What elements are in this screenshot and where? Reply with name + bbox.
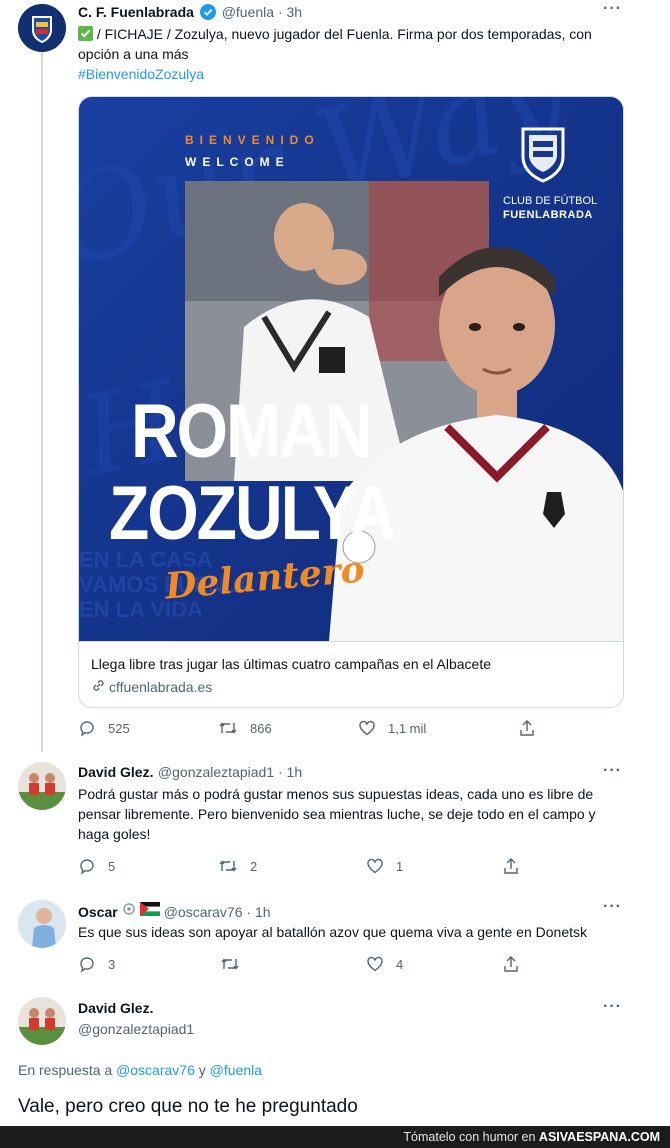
child-avatar-icon [18, 900, 66, 948]
heart-icon [366, 857, 384, 875]
thread-line [41, 52, 43, 752]
like-count: 1,1 mil [388, 720, 427, 736]
author-name[interactable]: David Glez. [78, 1000, 153, 1016]
club-crest-large-icon [507, 121, 579, 190]
tweet2-header: David Glez. @gonzaleztapiad1 · 1h [78, 764, 302, 782]
tweet3-actions: 3 4 [78, 955, 538, 973]
tweet3-header: Oscar @oscarav76 · 1h [78, 902, 271, 921]
tweet1-text: / FICHAJE / Zozulya, nuevo jugador del F… [78, 24, 633, 64]
tweet1-actions: 525 866 1,1 mil [78, 719, 538, 737]
welcome-label: WELCOME [185, 155, 290, 169]
player-first-name: ROMAN [131, 388, 372, 474]
reply-icon [78, 857, 96, 875]
like-button[interactable]: 4 [366, 955, 502, 973]
more-options-icon[interactable]: ··· [603, 998, 622, 1016]
card-title: Llega libre tras jugar las últimas cuatr… [91, 656, 491, 672]
heart-icon [366, 955, 384, 973]
reply-and: y [198, 1062, 206, 1078]
david-avatar[interactable] [18, 997, 66, 1045]
author-name[interactable]: C. F. Fuenlabrada [78, 4, 194, 20]
banner-site: ASIVAESPANA.COM [538, 1130, 660, 1144]
player-last-name: ZOZULYA [109, 470, 397, 556]
tweet2-text: Podrá gustar más o podrá gustar menos su… [78, 786, 596, 842]
share-button[interactable] [502, 955, 520, 973]
oscar-avatar[interactable] [18, 900, 66, 948]
retweet-icon [218, 857, 238, 875]
david-avatar[interactable] [18, 762, 66, 810]
more-options-icon[interactable]: ··· [603, 0, 622, 18]
verified-badge-icon [199, 4, 216, 23]
reply-count: 525 [108, 720, 130, 736]
retweet-count: 866 [250, 720, 272, 736]
more-options-icon[interactable]: ··· [603, 762, 622, 780]
like-button[interactable]: 1,1 mil [358, 719, 518, 737]
card-image[interactable]: Our Way Home EN LA CASA VAMOS FUENLA EN … [79, 97, 623, 641]
club-name-line2: FUENLABRADA [503, 209, 593, 221]
reply-button[interactable]: 525 [78, 719, 218, 737]
share-icon [518, 719, 536, 737]
tweet3-text: Es que sus ideas son apoyar al batallón … [78, 924, 587, 940]
author-handle[interactable]: @gonzaleztapiad1 · 1h [158, 764, 302, 780]
reply-count: 3 [108, 956, 116, 972]
share-button[interactable] [518, 719, 536, 737]
card-info[interactable]: Llega libre tras jugar las últimas cuatr… [79, 641, 623, 707]
retweet-button[interactable]: 866 [218, 719, 358, 737]
author-handle[interactable]: @oscarav76 · 1h [164, 904, 271, 920]
author-handle[interactable]: @fuenla · 3h [222, 4, 302, 20]
reply-button[interactable]: 5 [78, 857, 218, 875]
reply-count: 5 [108, 858, 116, 874]
reply-button[interactable]: 3 [78, 955, 220, 973]
more-options-icon[interactable]: ··· [603, 898, 622, 916]
link-icon [91, 678, 106, 696]
author-name[interactable]: Oscar [78, 904, 118, 920]
club-crest-icon [18, 4, 66, 52]
retweet-button[interactable]: 2 [218, 857, 366, 875]
like-count: 1 [396, 858, 404, 874]
reply-context: En respuesta a @oscarav76 y @fuenla [18, 1062, 262, 1078]
retweet-button[interactable] [220, 955, 366, 973]
retweet-icon [218, 719, 238, 737]
share-icon [502, 857, 520, 875]
retweet-count: 2 [250, 858, 258, 874]
check-emoji-icon [78, 26, 93, 41]
link-card[interactable]: Our Way Home EN LA CASA VAMOS FUENLA EN … [78, 96, 624, 708]
palestine-flag-icon [139, 902, 160, 921]
like-button[interactable]: 1 [366, 857, 502, 875]
card-domain[interactable]: cffuenlabrada.es [109, 679, 212, 695]
reply-icon [78, 955, 96, 973]
heart-icon [358, 719, 376, 737]
banner-prefix: Tómatelo con humor en [403, 1130, 536, 1144]
source-banner: Tómatelo con humor en ASIVAESPANA.COM [0, 1126, 670, 1148]
fuenlabrada-avatar[interactable] [18, 4, 66, 52]
card-domain-row: cffuenlabrada.es [91, 678, 613, 696]
reply-prefix: En respuesta a [18, 1062, 113, 1078]
author-handle[interactable]: @gonzaleztapiad1 [78, 1021, 194, 1037]
gear-icon [122, 902, 136, 921]
reply-icon [78, 719, 96, 737]
tweet1-header: C. F. Fuenlabrada @fuenla · 3h [78, 4, 302, 23]
club-name-line1: CLUB DE FÚTBOL [503, 195, 598, 207]
football-players-avatar-icon [18, 762, 66, 810]
like-count: 4 [396, 956, 404, 972]
tweet4-text: Vale, pero creo que no te he preguntado [18, 1096, 358, 1117]
hashtag-link[interactable]: #BienvenidoZozulya [78, 64, 204, 84]
football-players-avatar-icon [18, 997, 66, 1045]
share-icon [502, 955, 520, 973]
tweet1-body: / FICHAJE / Zozulya, nuevo jugador del F… [78, 26, 592, 62]
reply-user-link[interactable]: @oscarav76 [116, 1062, 195, 1078]
share-button[interactable] [502, 857, 520, 875]
tweet2-actions: 5 2 1 [78, 857, 538, 875]
bienvenido-label: BIENVENIDO [185, 133, 320, 147]
reply-user-link[interactable]: @fuenla [210, 1062, 262, 1078]
author-name[interactable]: David Glez. [78, 764, 153, 780]
retweet-icon [220, 955, 240, 973]
